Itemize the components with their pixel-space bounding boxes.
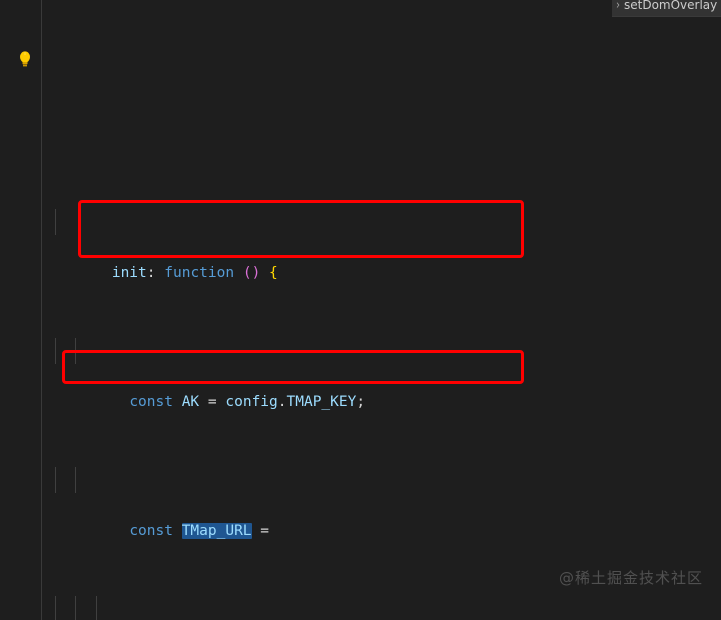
code-line[interactable]: init: function () { [0,209,721,281]
code-line[interactable]: const AK = config.TMAP_KEY; [0,338,721,410]
code-content[interactable]: export default { init: function () { con… [0,0,721,620]
token-property: init [94,264,147,281]
lightbulb-icon[interactable] [17,50,33,68]
token-property: TMAP_KEY [286,393,357,410]
sticky-scroll-symbol[interactable]: › setDomOverlay [612,0,721,17]
code-line[interactable]: const TMap_URL = [0,467,721,539]
sticky-scroll-label: setDomOverlay [624,0,718,12]
token-keyword: const [129,393,173,410]
code-editor[interactable]: export default { init: function () { con… [0,0,721,620]
token-variable: AK [181,393,200,410]
watermark: @稀土掘金技术社区 [558,569,703,587]
code-line[interactable]: export default { [0,92,721,106]
token-keyword: const [129,522,173,539]
code-line[interactable]: 'https://map.qq.com/api/gljs?v=1.exp&lib… [0,596,721,620]
chevron-right-icon: › [616,0,620,13]
token-keyword: function [164,264,235,281]
selected-identifier: TMap_URL [181,522,252,539]
